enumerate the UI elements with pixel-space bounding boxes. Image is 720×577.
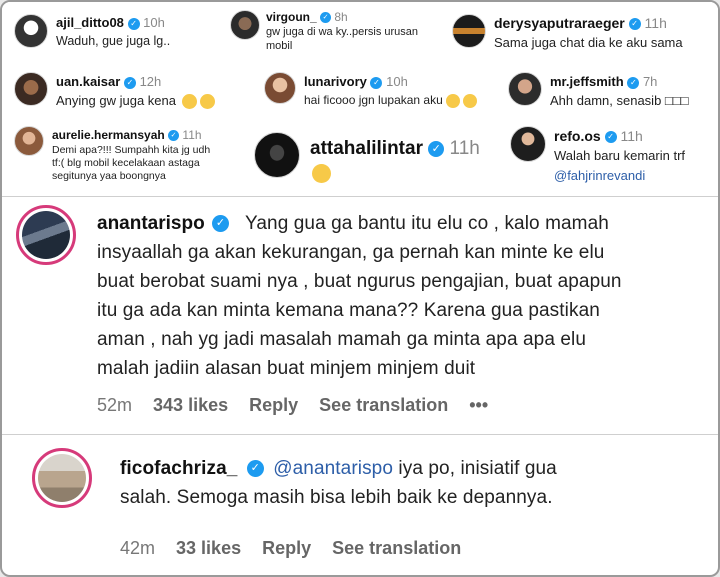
username[interactable]: ficofachriza_ bbox=[120, 458, 237, 479]
unrendered-glyphs: □□□ bbox=[664, 93, 689, 108]
username[interactable]: uan.kaisar bbox=[56, 74, 120, 89]
comment-text: hai ficooo jgn lupakan aku bbox=[304, 93, 443, 107]
mention-link[interactable]: @fahjrinrevandi bbox=[554, 168, 685, 184]
avatar[interactable] bbox=[14, 126, 44, 156]
timestamp: 10h bbox=[386, 74, 408, 89]
crying-face-icon bbox=[200, 94, 216, 110]
username[interactable]: refo.os bbox=[554, 128, 601, 144]
verified-badge-icon: ✓ bbox=[246, 460, 264, 478]
likes-count[interactable]: 343 likes bbox=[153, 395, 228, 415]
timestamp: 12h bbox=[139, 74, 162, 89]
verified-badge-icon: ✓ bbox=[127, 17, 140, 30]
avatar[interactable] bbox=[16, 205, 76, 265]
avatar[interactable] bbox=[14, 72, 48, 106]
comment-text: Sama juga chat dia ke aku sama bbox=[494, 35, 683, 50]
comment-text-line: Demi apa?!!! Sumpahh kita jg udh bbox=[52, 144, 211, 156]
verified-badge-icon: ✓ bbox=[123, 76, 136, 89]
collage-comment: attahalilintar ✓ 11h bbox=[254, 132, 504, 188]
crying-face-icon bbox=[181, 94, 197, 110]
comment-text-line: tf:( blg mobil kecelakaan astaga bbox=[52, 157, 200, 170]
comment-text-line: aman , nah yg jadi masalah mamah ga mint… bbox=[97, 329, 587, 350]
comment-text-line: Yang gua ga bantu itu elu co , kalo mama… bbox=[245, 213, 609, 234]
verified-badge-icon: ✓ bbox=[168, 130, 180, 142]
username[interactable]: ajil_ditto08 bbox=[56, 15, 124, 30]
comment-text-line: insyaallah ga akan kekurangan, ga pernah… bbox=[97, 242, 605, 263]
avatar[interactable] bbox=[508, 72, 542, 106]
collage-comment: ajil_ditto08 ✓ 10h Waduh, gue juga lg.. bbox=[14, 14, 224, 54]
comment-text: Ahh damn, senasib bbox=[550, 93, 662, 108]
smiling-face-icon bbox=[446, 93, 461, 108]
screenshot-frame: ajil_ditto08 ✓ 10h Waduh, gue juga lg.. … bbox=[0, 0, 720, 577]
sad-face-icon bbox=[312, 164, 331, 184]
timestamp: 52m bbox=[97, 395, 133, 415]
comment-text-line: mobil bbox=[266, 39, 293, 52]
timestamp: 11h bbox=[644, 15, 667, 31]
timestamp: 10h bbox=[143, 15, 165, 30]
timestamp: 8h bbox=[334, 10, 348, 24]
see-translation-button[interactable]: See translation bbox=[332, 538, 461, 558]
likes-count[interactable]: 33 likes bbox=[176, 538, 241, 558]
verified-badge-icon: ✓ bbox=[604, 131, 617, 144]
comment-text-line: buat berobat suami nya , buat ngurus pen… bbox=[97, 271, 622, 292]
comment-text: Anying gw juga kena bbox=[56, 93, 176, 108]
see-translation-button[interactable]: See translation bbox=[319, 395, 448, 415]
avatar[interactable] bbox=[230, 10, 260, 40]
username[interactable]: attahalilintar bbox=[310, 138, 423, 159]
username[interactable]: lunarivory bbox=[304, 74, 367, 89]
collage-comment: refo.os ✓ 11h Walah baru kemarin trf @fa… bbox=[510, 126, 714, 190]
avatar[interactable] bbox=[32, 448, 92, 508]
comment-text-line: malah jadiin alasan buat minjem minjem d… bbox=[97, 358, 476, 379]
username[interactable]: aurelie.hermansyah bbox=[52, 128, 165, 142]
username[interactable]: derysyaputraraeger bbox=[494, 15, 625, 31]
collage-comment: virgoun_ ✓ 8h gw juga di wa ky..persis u… bbox=[230, 10, 440, 58]
more-options-icon[interactable]: ••• bbox=[469, 395, 488, 415]
collage-comment: aurelie.hermansyah ✓ 11h Demi apa?!!! Su… bbox=[14, 126, 244, 190]
timestamp: 7h bbox=[642, 74, 658, 89]
avatar[interactable] bbox=[510, 126, 546, 162]
verified-badge-icon: ✓ bbox=[370, 76, 383, 89]
avatar[interactable] bbox=[452, 14, 486, 48]
comment-text-line: gw juga di wa ky..persis urusan bbox=[266, 26, 419, 38]
collage-comment: mr.jeffsmith ✓ 7h Ahh damn, senasib □□□ bbox=[508, 72, 714, 112]
username[interactable]: virgoun_ bbox=[266, 10, 317, 24]
verified-badge-icon: ✓ bbox=[628, 18, 641, 31]
avatar[interactable] bbox=[254, 132, 300, 178]
timestamp: 42m bbox=[120, 538, 156, 558]
avatar[interactable] bbox=[264, 72, 296, 104]
collage-comment: uan.kaisar ✓ 12h Anying gw juga kena bbox=[14, 72, 224, 112]
mention-link[interactable]: @anantarispo bbox=[273, 458, 393, 479]
comment-text: Waduh, gue juga lg.. bbox=[56, 34, 171, 48]
reply-button[interactable]: Reply bbox=[249, 395, 298, 415]
avatar[interactable] bbox=[14, 14, 48, 48]
comment-text: Walah baru kemarin trf bbox=[554, 148, 686, 163]
verified-badge-icon: ✓ bbox=[320, 12, 332, 24]
collage-comment: derysyaputraraeger ✓ 11h Sama juga chat … bbox=[452, 14, 714, 54]
timestamp: 11h bbox=[182, 128, 202, 142]
verified-badge-icon: ✓ bbox=[627, 76, 640, 89]
section-divider bbox=[2, 434, 718, 435]
section-divider bbox=[2, 196, 718, 197]
timestamp: 11h bbox=[620, 128, 643, 144]
comment-text-line: segitunya yaa boongnya bbox=[52, 170, 166, 183]
comment-text: iya po, inisiatif gua bbox=[393, 458, 557, 479]
smiling-face-icon bbox=[463, 93, 478, 108]
username[interactable]: mr.jeffsmith bbox=[550, 74, 624, 89]
collage-comment: lunarivory ✓ 10h hai ficooo jgn lupakan … bbox=[264, 72, 494, 112]
verified-badge-icon: ✓ bbox=[428, 140, 445, 157]
reply-button[interactable]: Reply bbox=[262, 538, 311, 558]
comment-collage: ajil_ditto08 ✓ 10h Waduh, gue juga lg.. … bbox=[2, 2, 718, 196]
timestamp: 11h bbox=[449, 138, 480, 159]
comment-text-line: salah. Semoga masih bisa lebih baik ke d… bbox=[120, 487, 553, 508]
comment-text-line: itu ga ada kan minta kemana mana?? Karen… bbox=[97, 300, 600, 321]
